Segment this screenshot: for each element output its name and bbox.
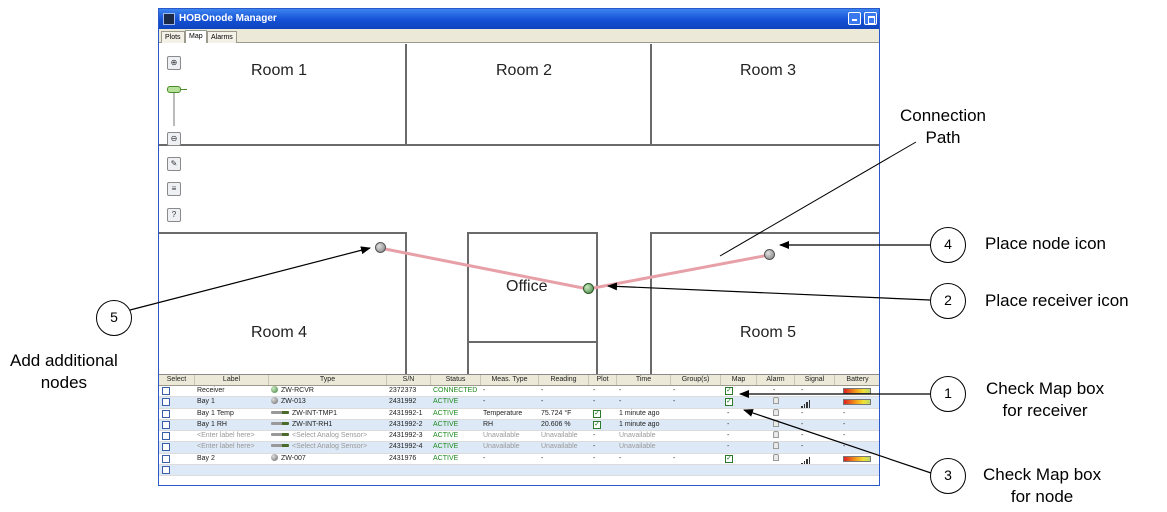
- connection-path-label: Connection Path: [900, 106, 987, 147]
- arrow-place-receiver-icon: [607, 282, 931, 301]
- callout-3-badge: 3: [930, 458, 966, 494]
- callout-arrows: [129, 141, 935, 475]
- callout-5-text: Add additional nodes: [10, 351, 118, 392]
- callout-1-badge: 1: [930, 376, 966, 412]
- callout-5-badge: 5: [96, 300, 132, 336]
- callout-3-text: Check Map box for node: [983, 465, 1102, 506]
- callout-2-badge: 2: [930, 283, 966, 319]
- arrow-add-nodes: [129, 246, 371, 311]
- callout-4-text: Place node icon: [985, 234, 1106, 253]
- arrow-map-box-node: [743, 409, 935, 475]
- callout-4-badge: 4: [930, 227, 966, 263]
- callout-2-text: Place receiver icon: [985, 291, 1129, 310]
- connection-path-leader: [719, 141, 917, 257]
- callout-1-text: Check Map box for receiver: [986, 379, 1105, 420]
